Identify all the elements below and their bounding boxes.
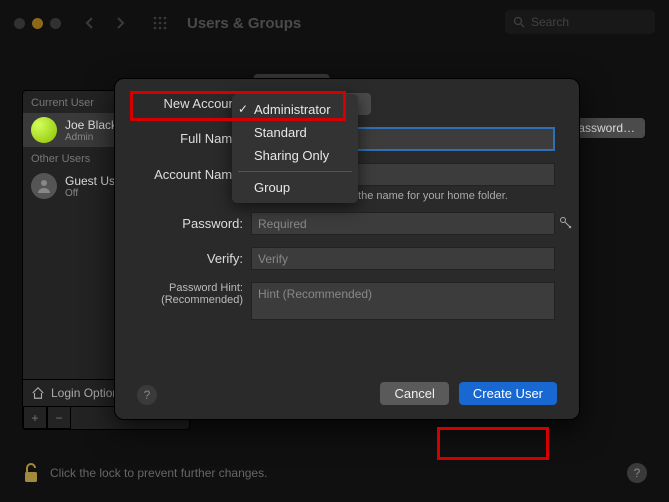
avatar <box>31 117 57 143</box>
avatar <box>31 173 57 199</box>
label-password: Password: <box>139 216 251 232</box>
help-button[interactable]: ? <box>627 463 647 483</box>
lock-message: Click the lock to prevent further change… <box>50 466 267 480</box>
password-field[interactable]: Required <box>251 212 555 235</box>
search-placeholder: Search <box>531 15 569 29</box>
password-hint-field[interactable]: Hint (Recommended) <box>251 282 555 320</box>
label-password-hint: Password Hint: (Recommended) <box>139 282 251 306</box>
search-icon <box>513 16 525 28</box>
key-icon[interactable] <box>559 216 573 230</box>
sheet-help-button[interactable]: ? <box>137 385 157 405</box>
menu-item-group[interactable]: Group <box>232 176 358 199</box>
create-user-button[interactable]: Create User <box>459 382 557 405</box>
home-icon <box>31 386 45 400</box>
search-input[interactable]: Search <box>505 10 655 34</box>
window-title: Users & Groups <box>187 15 301 32</box>
show-all-icon[interactable] <box>149 12 171 34</box>
label-verify: Verify: <box>139 251 251 267</box>
nav-arrows <box>77 12 133 34</box>
remove-user-button[interactable]: − <box>47 407 71 429</box>
minimize-window-button[interactable] <box>32 18 43 29</box>
back-button[interactable] <box>77 12 103 34</box>
lock-row: Click the lock to prevent further change… <box>22 462 647 484</box>
add-user-button[interactable]: + <box>23 407 47 429</box>
unlock-icon[interactable] <box>22 462 40 484</box>
forward-button[interactable] <box>107 12 133 34</box>
menu-separator <box>238 171 352 172</box>
menu-item-sharing-only[interactable]: Sharing Only <box>232 144 358 167</box>
verify-field[interactable]: Verify <box>251 247 555 270</box>
menu-item-administrator[interactable]: Administrator <box>232 98 358 121</box>
cancel-button[interactable]: Cancel <box>380 382 448 405</box>
user-name: Joe Black <box>65 118 117 132</box>
window-controls <box>14 18 61 29</box>
close-window-button[interactable] <box>14 18 25 29</box>
fullscreen-window-button[interactable] <box>50 18 61 29</box>
account-type-menu: Administrator Standard Sharing Only Grou… <box>232 94 358 203</box>
menu-item-standard[interactable]: Standard <box>232 121 358 144</box>
user-role: Admin <box>65 132 117 143</box>
titlebar: Users & Groups Search <box>0 0 669 46</box>
